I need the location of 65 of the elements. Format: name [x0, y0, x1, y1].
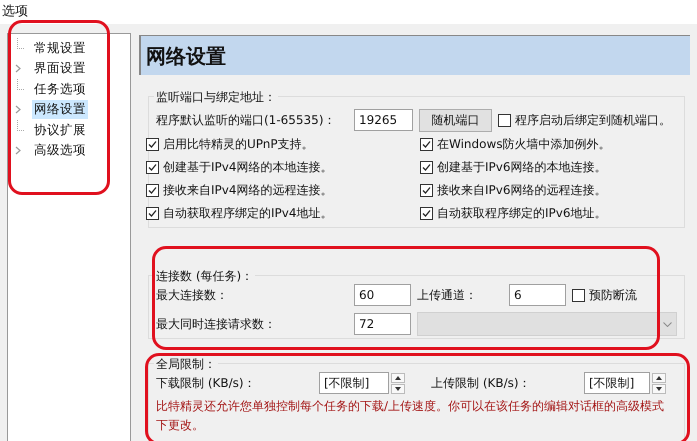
tree-item[interactable]: 任务选项: [32, 80, 88, 99]
max-requests-field[interactable]: 72: [354, 313, 411, 335]
field-label: 最大连接数：: [156, 287, 229, 304]
checkbox[interactable]: [420, 138, 433, 150]
spin-up-button[interactable]: [652, 372, 666, 382]
field-label: 上传通道：: [417, 287, 478, 304]
tree-line-icon: [16, 79, 24, 90]
check-icon: [422, 186, 431, 194]
down-arrow-icon: [656, 386, 662, 390]
window-title: 选项: [2, 3, 28, 22]
checkbox-label: 启用比特精灵的UPnP支持。: [163, 136, 314, 153]
tree-line-icon: [16, 120, 24, 132]
checkbox-label: 程序启动后绑定到随机端口。: [515, 112, 671, 129]
checkbox-label: 预防断流: [589, 287, 637, 304]
random-port-button[interactable]: 随机端口: [419, 108, 492, 132]
checkbox[interactable]: [420, 184, 433, 196]
port-field[interactable]: 19265: [354, 109, 413, 131]
field-label: 最大同时连接请求数：: [156, 316, 277, 333]
checkbox[interactable]: [420, 206, 433, 220]
group-title: 全局限制：: [154, 355, 218, 373]
tree-item[interactable]: 常规设置: [32, 38, 88, 58]
checkbox[interactable]: [146, 160, 159, 174]
tree-item[interactable]: 界面设置: [32, 59, 88, 78]
max-connections-field[interactable]: 60: [354, 284, 411, 306]
checkbox-label: 在Windows防火墙中添加例外。: [437, 136, 611, 153]
field-label: 程序默认监听的端口(1-65535)：: [156, 112, 337, 129]
checkbox[interactable]: [420, 160, 433, 174]
group-title: 监听端口与绑定地址：: [154, 88, 278, 106]
group-title: 连接数 (每任务)：: [154, 267, 256, 285]
check-icon: [422, 162, 431, 172]
upload-slots-field[interactable]: 6: [509, 284, 566, 306]
checkbox-label: 自动获取程序绑定的IPv6地址。: [437, 205, 607, 222]
checkbox[interactable]: [572, 288, 585, 302]
checkbox-label: 接收来自IPv4网络的远程连接。: [163, 182, 333, 199]
field-label: 下载限制 (KB/s)：: [156, 375, 257, 392]
tree-item[interactable]: 网络设置: [32, 100, 88, 120]
check-icon: [148, 140, 157, 148]
tree-line-icon: [16, 38, 24, 50]
check-icon: [422, 140, 431, 148]
up-arrow-icon: [395, 376, 401, 380]
checkbox[interactable]: [146, 138, 159, 150]
check-icon: [148, 162, 157, 172]
upload-limit-field[interactable]: [不限制]: [584, 372, 650, 394]
spin-up-button[interactable]: [391, 372, 405, 382]
spin-down-button[interactable]: [391, 384, 405, 394]
checkbox[interactable]: [146, 184, 159, 196]
download-limit-field[interactable]: [不限制]: [319, 372, 389, 394]
checkbox[interactable]: [498, 114, 511, 126]
caret-icon: [663, 322, 672, 326]
check-icon: [422, 208, 431, 218]
up-arrow-icon: [656, 376, 662, 380]
spin-down-button[interactable]: [652, 384, 666, 394]
checkbox-label: 自动获取程序绑定的IPv4地址。: [163, 205, 333, 222]
tree-item[interactable]: 协议扩展: [32, 120, 88, 140]
page-header: 网络设置: [139, 35, 690, 75]
checkbox[interactable]: [146, 206, 159, 220]
checkbox-label: 创建基于IPv6网络的本地连接。: [437, 159, 607, 176]
checkbox-label: 创建基于IPv4网络的本地连接。: [163, 159, 333, 176]
down-arrow-icon: [395, 386, 401, 390]
checkbox-label: 接收来自IPv6网络的远程连接。: [437, 182, 607, 199]
check-icon: [148, 208, 157, 218]
note-text: 比特精灵还允许您单独控制每个任务的下载/上传速度。你可以在该任务的编辑对话框的高级模式下更改。: [156, 398, 666, 434]
field-label: 上传限制 (KB/s)：: [431, 375, 532, 392]
check-icon: [148, 186, 157, 194]
tree-item[interactable]: 高级选项: [32, 141, 88, 160]
